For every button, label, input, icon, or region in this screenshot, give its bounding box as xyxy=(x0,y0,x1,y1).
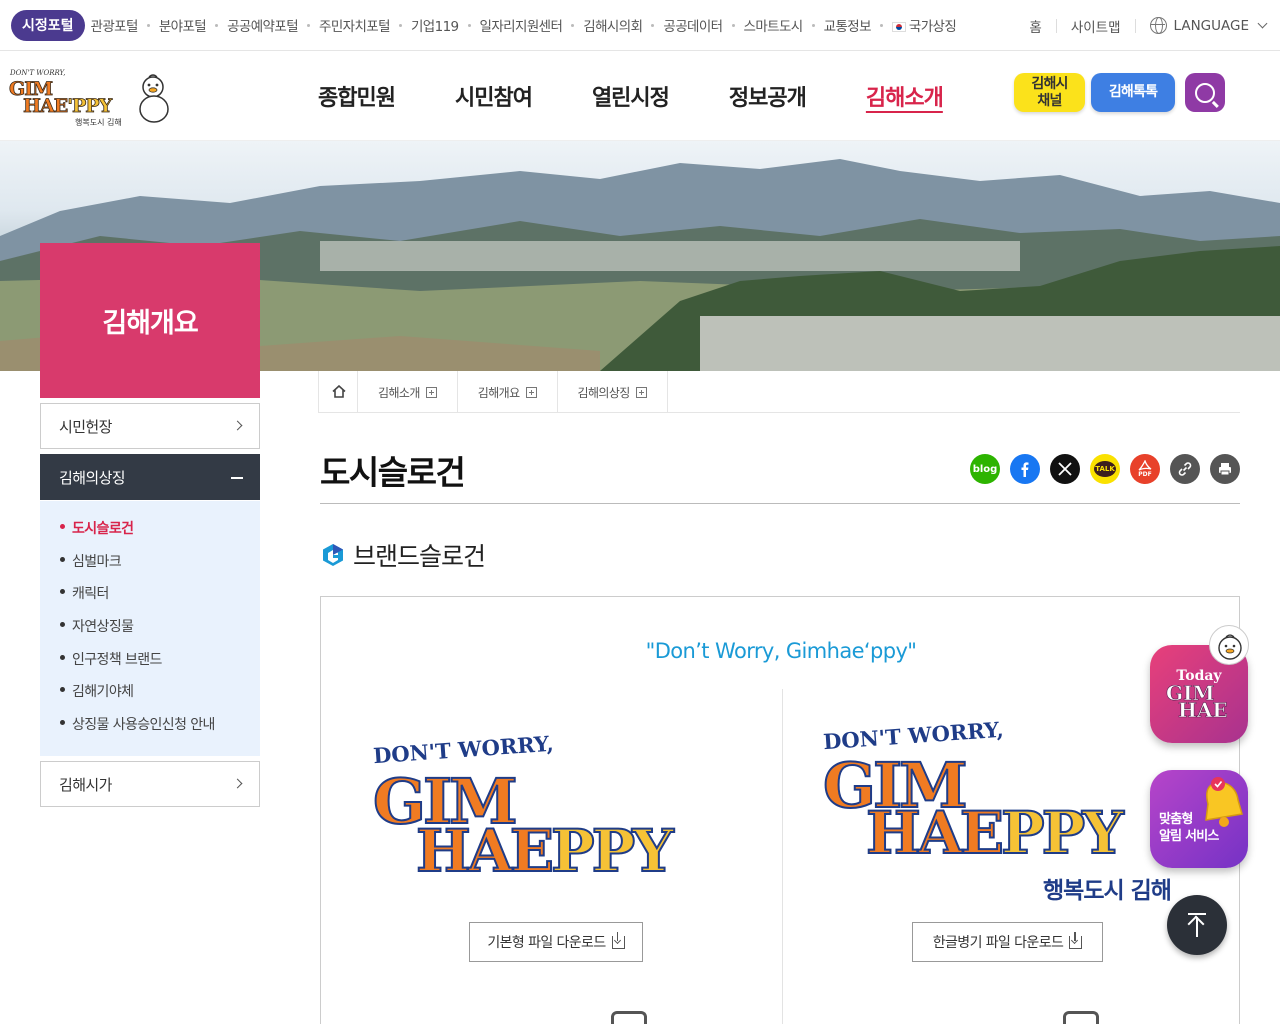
breadcrumb-item[interactable]: 김해개요 xyxy=(458,371,558,413)
expand-icon xyxy=(635,386,647,398)
gimhae-talk-button[interactable]: 김해톡톡 xyxy=(1091,73,1175,112)
site-header: DON'T WORRY, GIM HAE'PPY 행복도시 김해 종합민원 시민… xyxy=(0,51,1280,141)
collapse-icon xyxy=(231,477,243,479)
nav-civil-service[interactable]: 종합민원 xyxy=(318,80,396,112)
facebook-icon xyxy=(1021,462,1029,477)
share-facebook-button[interactable] xyxy=(1010,454,1040,484)
download-hwp-button[interactable]: 한글병기 파일 다운로드 xyxy=(912,922,1103,962)
download-basic-button[interactable]: 기본형 파일 다운로드 xyxy=(469,922,643,962)
home-link[interactable]: 홈 xyxy=(1029,16,1041,36)
breadcrumb-item[interactable]: 김해소개 xyxy=(358,371,458,413)
link-icon xyxy=(1178,462,1192,476)
portal-link[interactable]: 김해시의회 xyxy=(583,15,643,35)
gimhae-channel-button[interactable]: 김해시 채널 xyxy=(1014,73,1085,112)
gimhae-g-icon xyxy=(323,544,343,566)
language-select[interactable]: LANGUAGE xyxy=(1174,18,1250,34)
download-icon xyxy=(611,931,625,949)
share-kakaotalk-button[interactable]: TALK xyxy=(1090,454,1120,484)
next-item-preview xyxy=(611,1011,647,1024)
blog-icon: blog xyxy=(972,463,998,475)
chevron-down-icon xyxy=(1257,18,1268,29)
share-pdf-button[interactable]: PDF xyxy=(1130,454,1160,484)
korea-flag-icon xyxy=(891,22,906,32)
brand-slogan-box: "Don’t Worry, Gimhae‘ppy" DON'T WORRY, G… xyxy=(320,596,1240,1024)
scroll-to-top-button[interactable] xyxy=(1167,895,1227,955)
print-button[interactable] xyxy=(1210,454,1240,484)
pdf-icon xyxy=(1138,460,1152,471)
section-title: 브랜드슬로건 xyxy=(320,537,486,573)
breadcrumb-home[interactable] xyxy=(318,371,358,413)
duck-mascot-icon xyxy=(1209,625,1249,665)
expand-icon xyxy=(425,386,437,398)
page-title: 도시슬로건 xyxy=(320,453,466,492)
x-icon xyxy=(1058,462,1072,476)
chevron-right-icon xyxy=(232,420,243,431)
portal-link[interactable]: 분야포털 xyxy=(159,15,207,35)
portal-links: 관광포털 분야포털 공공예약포털 주민자치포털 기업119 일자리지원센터 김해… xyxy=(91,15,957,35)
sub-item-symbol-mark[interactable]: 심벌마크 xyxy=(40,551,260,584)
copy-link-button[interactable] xyxy=(1170,454,1200,484)
sitemap-link[interactable]: 사이트맵 xyxy=(1071,16,1121,36)
search-button[interactable] xyxy=(1185,73,1225,112)
sidebar-item-symbols[interactable]: 김해의상징 xyxy=(40,454,260,500)
sub-item-gimhae-font[interactable]: 김해기야체 xyxy=(40,681,260,714)
portal-link[interactable]: 공공예약포털 xyxy=(227,15,299,35)
channel-label: 김해시 채널 xyxy=(1031,75,1068,109)
sidebar-item-city-song[interactable]: 김해시가 xyxy=(40,761,260,807)
sidebar-item-label: 김해의상징 xyxy=(59,468,126,487)
portal-link[interactable]: 교통정보 xyxy=(824,15,872,35)
portal-bar: 시정포털 관광포털 분야포털 공공예약포털 주민자치포털 기업119 일자리지원… xyxy=(0,0,1280,51)
top-util: 홈 사이트맵 LANGUAGE xyxy=(1029,0,1268,51)
column-divider xyxy=(782,689,783,1024)
sidebar-item-label: 김해시가 xyxy=(59,775,112,794)
duck-mascot-icon xyxy=(139,74,169,123)
sub-item-usage-approval[interactable]: 상징물 사용승인신청 안내 xyxy=(40,714,260,747)
download-icon xyxy=(1069,931,1083,949)
portal-link[interactable]: 주민자치포털 xyxy=(319,15,391,35)
title-divider xyxy=(320,503,1240,504)
slogan-text: "Don’t Worry, Gimhae‘ppy" xyxy=(645,639,917,663)
sidebar-item-label: 시민헌장 xyxy=(59,417,112,436)
sidebar-sub-list: 도시슬로건 심벌마크 캐릭터 자연상징물 인구정책 브랜드 김해기야체 상징물 … xyxy=(40,501,260,756)
nav-about-gimhae[interactable]: 김해소개 xyxy=(866,80,944,112)
globe-icon xyxy=(1149,17,1167,34)
share-x-button[interactable] xyxy=(1050,454,1080,484)
nav-information[interactable]: 정보공개 xyxy=(729,80,807,112)
portal-link[interactable]: 스마트도시 xyxy=(744,15,804,35)
sub-item-population-brand[interactable]: 인구정책 브랜드 xyxy=(40,649,260,682)
sub-item-character[interactable]: 캐릭터 xyxy=(40,583,260,616)
sub-item-city-slogan[interactable]: 도시슬로건 xyxy=(40,518,260,551)
chevron-right-icon xyxy=(232,778,243,789)
portal-link-national-symbol[interactable]: 국가상징 xyxy=(891,15,957,35)
portal-link[interactable]: 일자리지원센터 xyxy=(480,15,563,35)
brand-tagline: 행복도시 김해 xyxy=(1043,878,1172,904)
expand-icon xyxy=(525,386,537,398)
portal-link[interactable]: 기업119 xyxy=(411,15,459,35)
nav-open-admin[interactable]: 열린시정 xyxy=(592,80,670,112)
home-icon xyxy=(332,385,346,398)
breadcrumb: 김해소개 김해개요 김해의상징 xyxy=(318,371,1240,413)
portal-link[interactable]: 관광포털 xyxy=(91,15,139,35)
nav-participation[interactable]: 시민참여 xyxy=(455,80,533,112)
print-icon xyxy=(1219,463,1231,476)
sub-item-nature-symbol[interactable]: 자연상징물 xyxy=(40,616,260,649)
bell-icon xyxy=(1205,777,1243,827)
search-icon xyxy=(1195,82,1215,103)
main-nav: 종합민원 시민참여 열린시정 정보공개 김해소개 xyxy=(318,51,1003,141)
share-blog-button[interactable]: blog xyxy=(970,454,1000,484)
kakaotalk-icon: TALK xyxy=(1094,461,1116,477)
portal-link[interactable]: 공공데이터 xyxy=(663,15,723,35)
sidebar-title: 김해개요 xyxy=(40,243,260,398)
portal-active-tab[interactable]: 시정포털 xyxy=(11,9,85,41)
sidebar-item-citizen-charter[interactable]: 시민헌장 xyxy=(40,403,260,449)
site-logo[interactable]: DON'T WORRY, GIM HAE'PPY 행복도시 김해 xyxy=(8,69,178,131)
arrow-up-icon xyxy=(1188,913,1206,915)
next-item-preview xyxy=(1063,1011,1099,1024)
breadcrumb-item[interactable]: 김해의상징 xyxy=(558,371,668,413)
